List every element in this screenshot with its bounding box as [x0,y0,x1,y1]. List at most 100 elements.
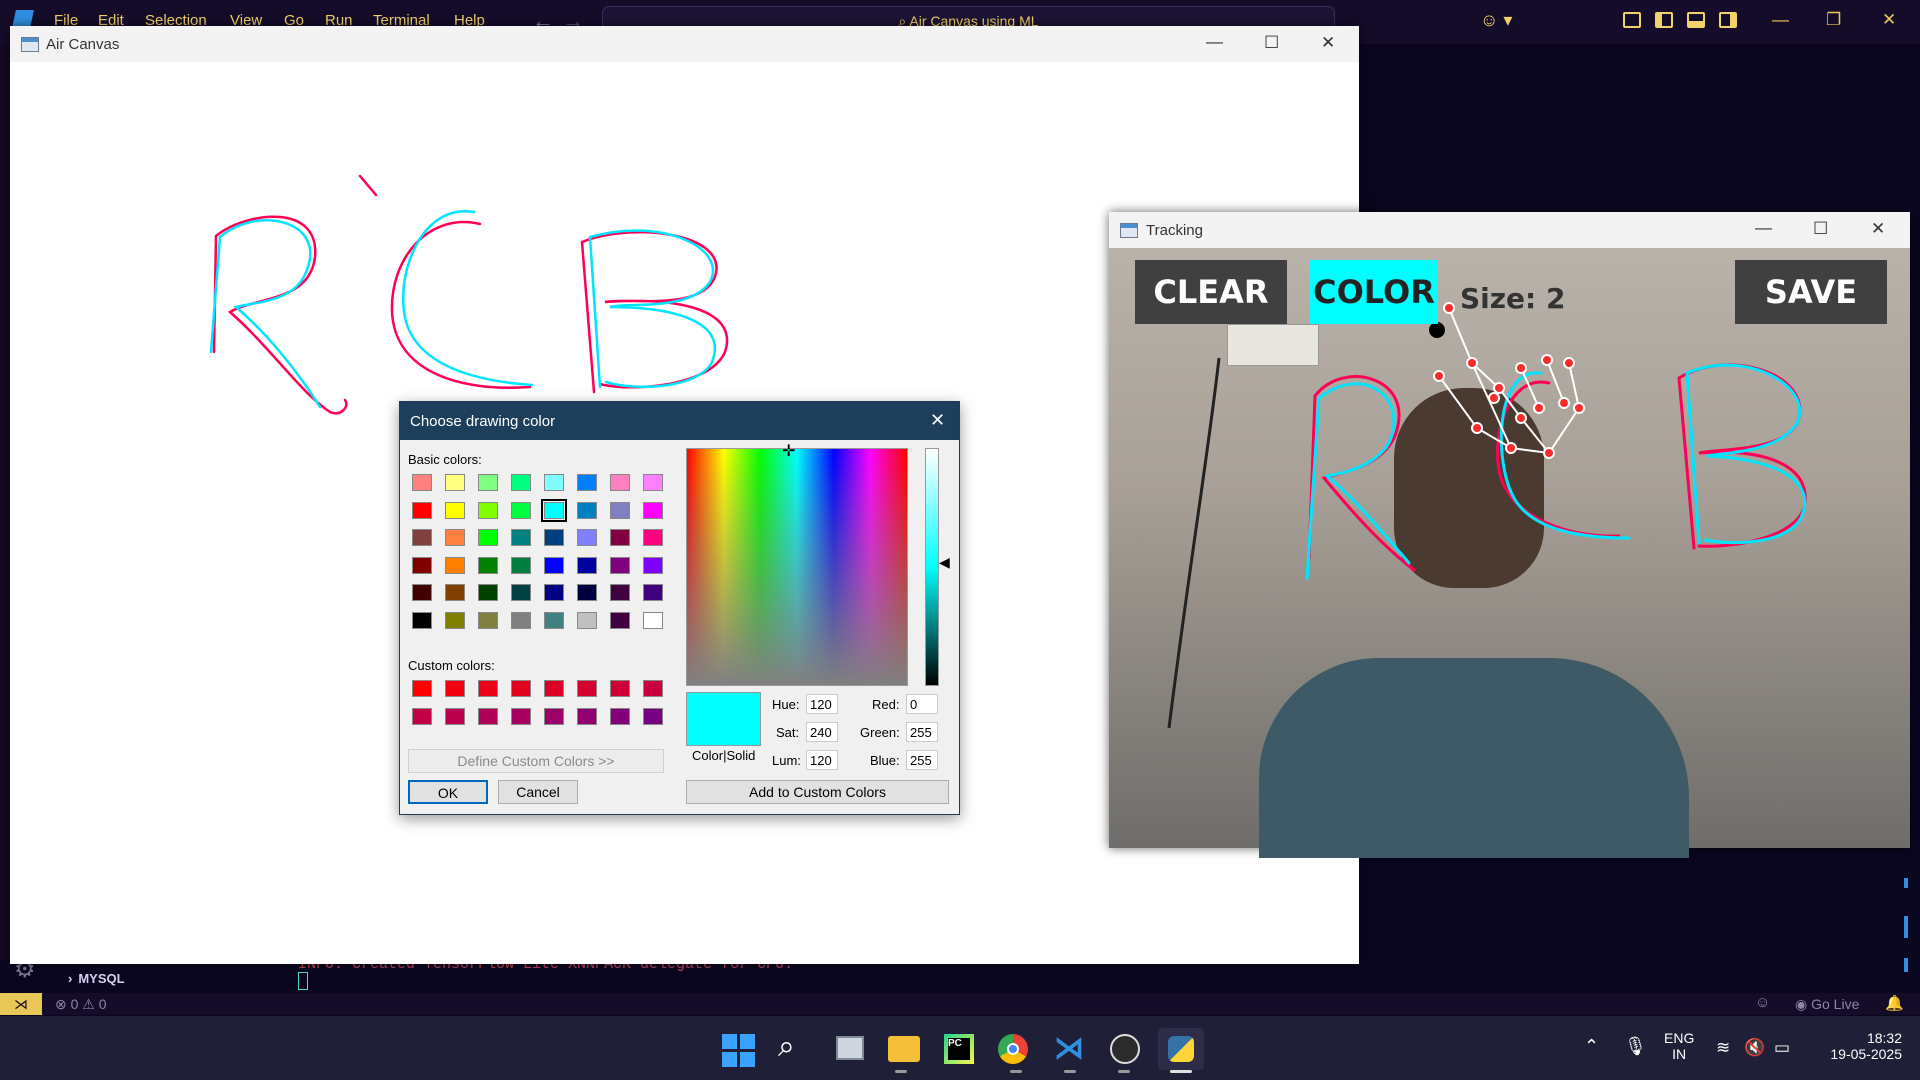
vscode-taskbar-icon[interactable]: ⋊ [1054,1034,1084,1064]
color-swatch[interactable] [643,611,663,629]
color-swatch[interactable] [577,556,597,574]
color-swatch[interactable] [610,680,630,697]
color-swatch[interactable] [511,680,531,697]
color-swatch[interactable] [643,680,663,697]
color-swatch[interactable] [610,501,630,519]
color-swatch[interactable] [445,584,465,601]
color-swatch[interactable] [577,529,597,546]
color-spectrum[interactable] [686,448,908,686]
maximize-icon[interactable]: ☐ [1264,33,1279,53]
color-swatch[interactable] [478,680,498,697]
cancel-button[interactable]: Cancel [498,780,578,804]
green-field[interactable]: 255 [906,722,938,742]
chevron-up-icon[interactable]: ⌃ [1584,1036,1599,1057]
color-swatch[interactable] [412,680,432,697]
color-swatch[interactable] [541,498,567,522]
color-swatch[interactable] [643,707,663,725]
color-swatch[interactable] [445,529,465,546]
color-swatch[interactable] [610,611,630,629]
python-app-active[interactable] [1158,1028,1204,1070]
color-swatch[interactable] [643,556,663,574]
color-swatch[interactable] [412,556,432,574]
save-button[interactable]: SAVE [1735,260,1887,324]
blue-field[interactable]: 255 [906,750,938,770]
color-swatch[interactable] [643,474,663,491]
color-swatch[interactable] [412,501,432,519]
minimize-icon[interactable]: — [1206,32,1223,52]
color-swatch[interactable] [544,680,564,697]
clock[interactable]: 18:32 19-05-2025 [1812,1030,1902,1062]
color-swatch[interactable] [544,529,564,546]
dialog-close-icon[interactable]: ✕ [930,410,945,431]
customize-layout-icon[interactable] [1623,12,1641,28]
color-swatch[interactable] [577,474,597,491]
color-swatch[interactable] [412,707,432,725]
color-swatch[interactable] [511,707,531,725]
clear-button[interactable]: CLEAR [1135,260,1287,324]
sidebar-item-mysql[interactable]: › MYSQL [68,971,125,986]
toggle-primary-sidebar-icon[interactable] [1655,12,1673,28]
maximize-icon[interactable]: ☐ [1813,219,1828,239]
luminance-arrow-icon[interactable]: ◀ [939,554,950,571]
microphone-icon[interactable]: 🎙 [1624,1036,1647,1057]
color-swatch[interactable] [511,556,531,574]
luminance-slider[interactable] [925,448,939,686]
task-view-icon[interactable] [836,1036,864,1060]
toggle-panel-icon[interactable] [1687,12,1705,28]
lum-field[interactable]: 120 [806,750,838,770]
color-swatch[interactable] [577,584,597,601]
color-swatch[interactable] [544,556,564,574]
remote-indicator-icon[interactable]: ⋊ [0,993,42,1015]
color-swatch[interactable] [478,474,498,491]
close-icon[interactable]: ✕ [1321,33,1335,53]
color-swatch[interactable] [610,707,630,725]
vscode-close-icon[interactable]: ✕ [1882,10,1896,30]
battery-icon[interactable]: ▭ [1774,1038,1790,1058]
red-field[interactable]: 0 [906,694,938,714]
color-swatch[interactable] [610,584,630,601]
color-swatch[interactable] [577,707,597,725]
problems-indicator[interactable]: ⊗ 0 ⚠ 0 [55,996,107,1013]
ok-button[interactable]: OK [408,780,488,804]
chrome-icon[interactable] [998,1034,1028,1064]
go-live-button[interactable]: ◉ Go Live [1795,996,1859,1013]
start-icon[interactable] [722,1034,755,1067]
color-swatch[interactable] [445,707,465,725]
color-swatch[interactable] [445,680,465,697]
color-swatch[interactable] [478,556,498,574]
vscode-restore-icon[interactable]: ❐ [1826,10,1841,30]
wifi-icon[interactable]: ≋ [1716,1038,1730,1058]
color-swatch[interactable] [577,680,597,697]
copilot-icon[interactable]: ☺ ▾ [1480,10,1512,31]
file-explorer-icon[interactable] [888,1036,920,1062]
color-swatch[interactable] [511,501,531,519]
color-swatch[interactable] [478,501,498,519]
color-swatch[interactable] [511,474,531,491]
color-swatch[interactable] [412,529,432,546]
color-swatch[interactable] [511,584,531,601]
color-swatch[interactable] [445,474,465,491]
color-swatch[interactable] [544,584,564,601]
color-swatch[interactable] [478,584,498,601]
pycharm-icon[interactable]: PC [944,1034,974,1064]
color-swatch[interactable] [412,611,432,629]
color-button[interactable]: COLOR [1310,260,1438,324]
color-swatch[interactable] [643,501,663,519]
color-swatch[interactable] [445,611,465,629]
search-icon[interactable]: ⌕ [778,1030,795,1064]
color-swatch[interactable] [445,556,465,574]
color-swatch[interactable] [412,584,432,601]
volume-muted-icon[interactable]: 🔇 [1744,1038,1765,1058]
color-swatch[interactable] [577,611,597,629]
color-swatch[interactable] [511,529,531,546]
color-swatch[interactable] [544,611,564,629]
color-swatch[interactable] [445,501,465,519]
color-swatch[interactable] [643,529,663,546]
color-swatch[interactable] [610,556,630,574]
color-swatch[interactable] [412,474,432,491]
close-icon[interactable]: ✕ [1871,219,1885,239]
sat-field[interactable]: 240 [806,722,838,742]
color-swatch[interactable] [643,584,663,601]
minimize-icon[interactable]: — [1755,218,1772,238]
color-swatch[interactable] [610,529,630,546]
